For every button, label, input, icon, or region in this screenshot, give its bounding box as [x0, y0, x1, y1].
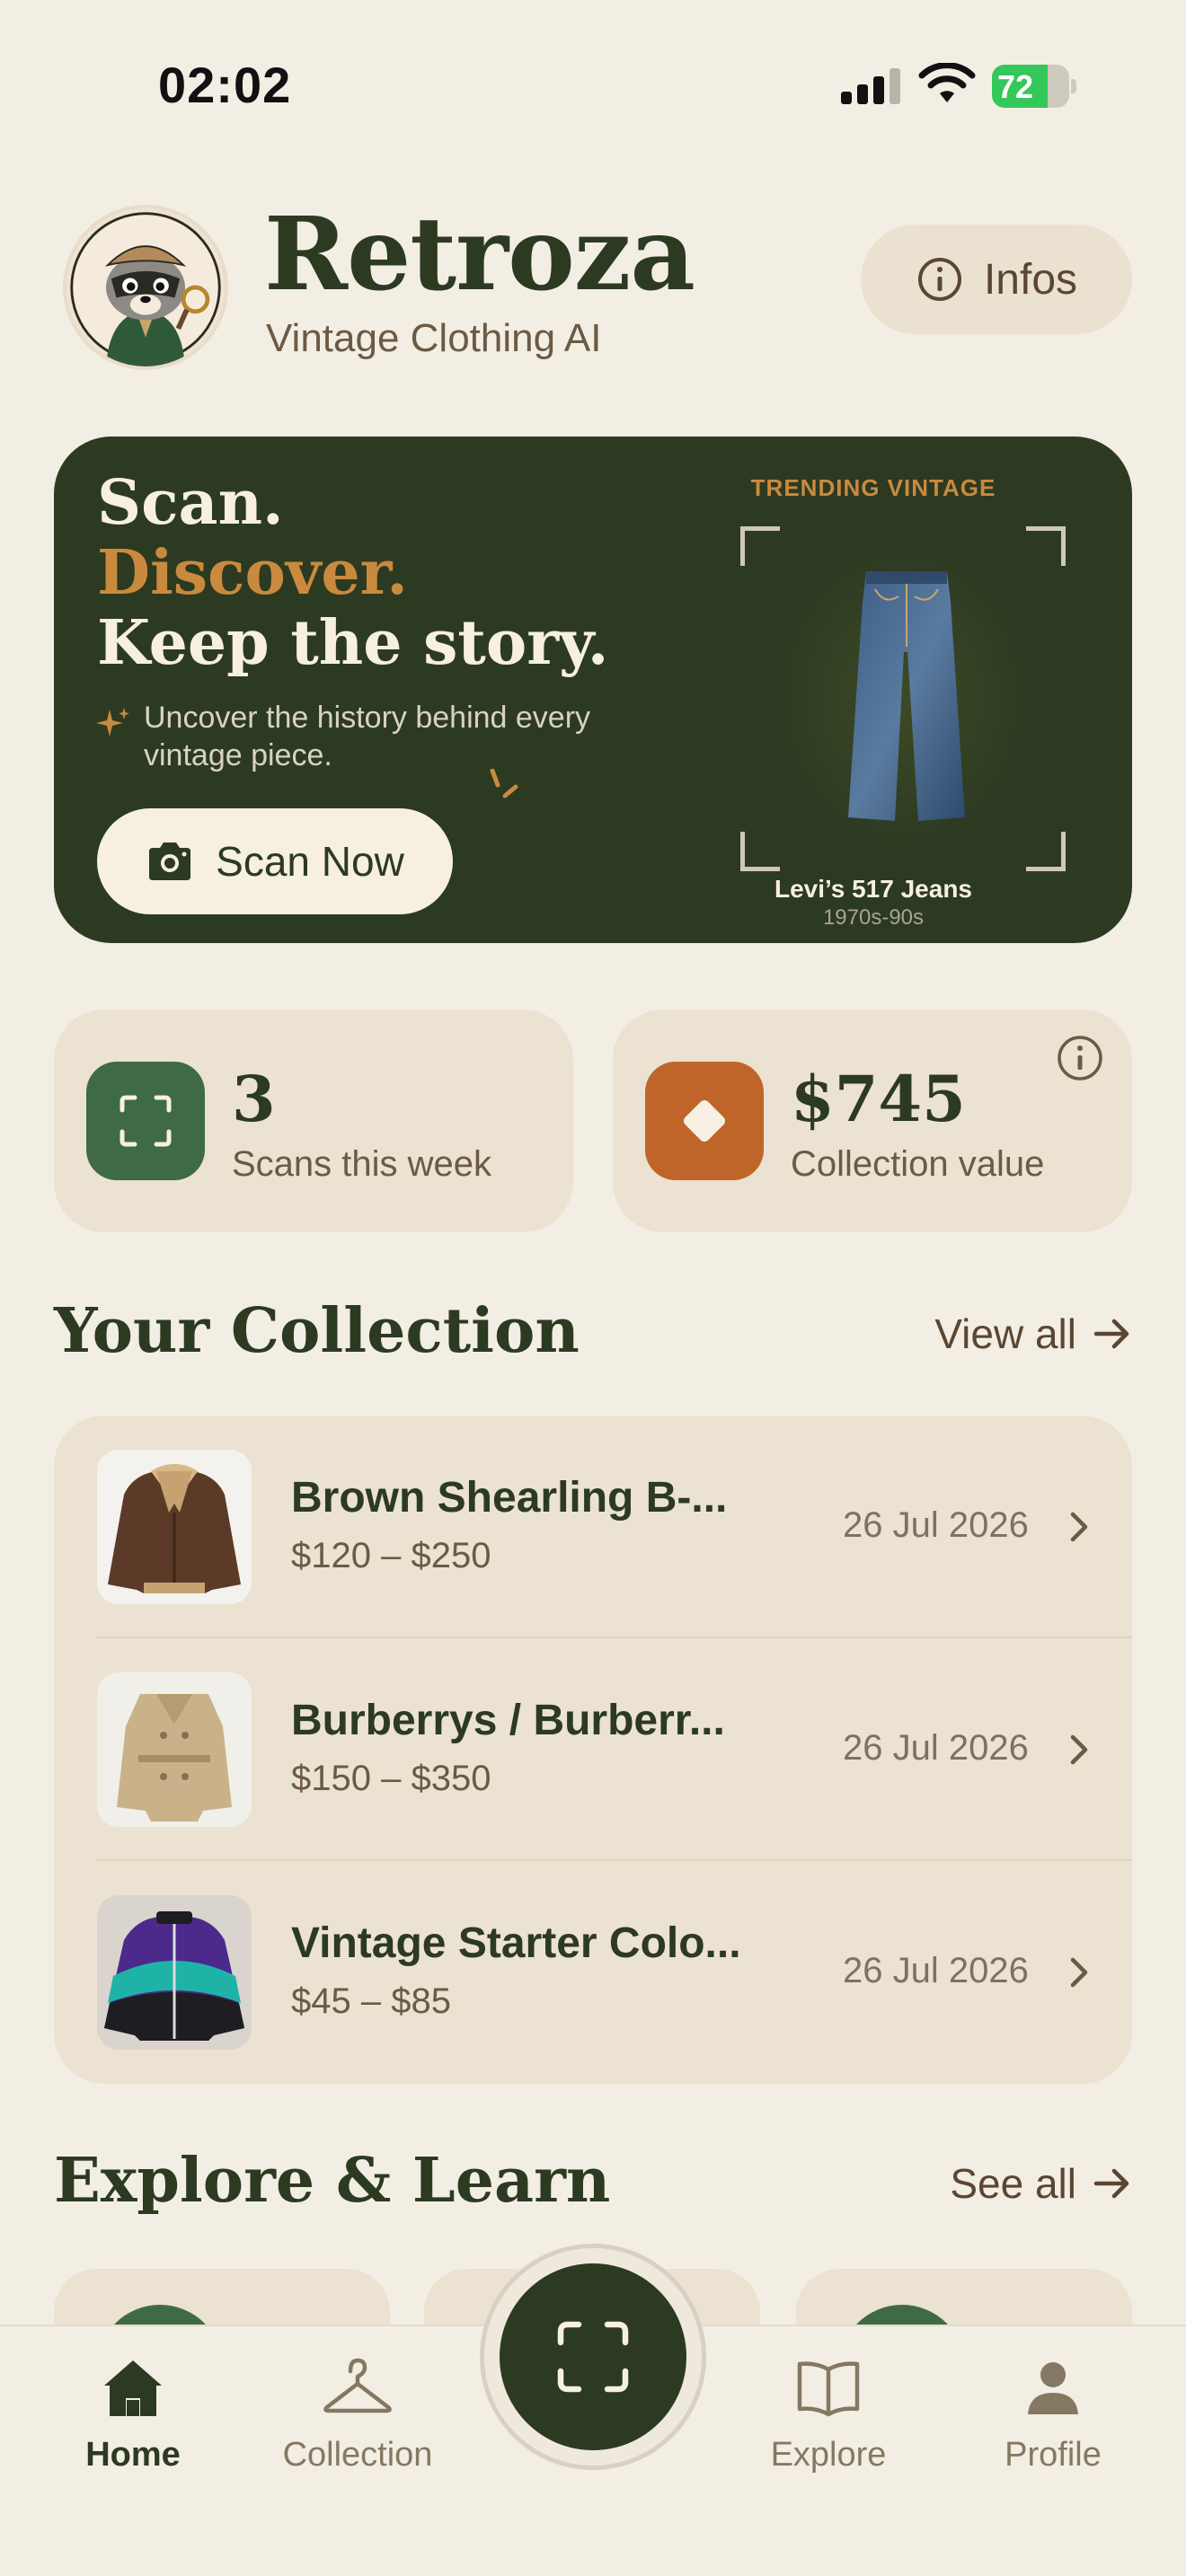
- scan-now-label: Scan Now: [216, 838, 404, 885]
- diamond-icon: [684, 1100, 725, 1142]
- collection-section-title: Your Collection: [54, 1295, 580, 1367]
- hanger-icon: [323, 2358, 392, 2413]
- tab-explore[interactable]: Explore: [721, 2351, 936, 2475]
- item-price: $120 – $250: [291, 1536, 491, 1575]
- tab-profile-label: Profile: [1005, 2436, 1102, 2474]
- item-price: $150 – $350: [291, 1759, 491, 1798]
- scan-now-button[interactable]: Scan Now: [97, 808, 453, 914]
- person-icon: [1028, 2362, 1078, 2414]
- see-all-link[interactable]: See all: [950, 2159, 1132, 2208]
- app-title: Retroza: [264, 196, 695, 313]
- chevron-right-icon: [1070, 1512, 1088, 1542]
- jeans-image: [848, 571, 965, 821]
- scan-stat-icon-box: [86, 1062, 205, 1180]
- item-name: Vintage Starter Colo...: [291, 1919, 741, 1967]
- hero-card: Scan. Discover. Keep the story. Uncover …: [54, 437, 1132, 943]
- scan-fab-button[interactable]: [500, 2263, 686, 2450]
- battery-icon: 72: [992, 65, 1076, 108]
- status-time: 02:02: [158, 57, 292, 113]
- item-price: $45 – $85: [291, 1981, 451, 2021]
- hero-headline-3: Keep the story.: [97, 607, 609, 679]
- stat-card-scans[interactable]: 3 Scans this week: [54, 1010, 573, 1232]
- sparkle-icon: [96, 708, 129, 737]
- item-date: 26 Jul 2026: [843, 1505, 1029, 1545]
- signal-icon: [841, 68, 900, 104]
- explore-section-title: Explore & Learn: [54, 2145, 611, 2217]
- info-circle-icon[interactable]: [1055, 1033, 1105, 1083]
- decorative-strokes: [490, 769, 518, 798]
- trending-item-era: 1970s-90s: [822, 905, 925, 930]
- item-thumbnail: [97, 1895, 252, 2050]
- item-date: 26 Jul 2026: [843, 1951, 1029, 1990]
- view-all-link[interactable]: View all: [934, 1310, 1132, 1358]
- item-name: Burberrys / Burberr...: [291, 1697, 725, 1744]
- view-all-label: View all: [934, 1310, 1076, 1357]
- collection-value: $745: [791, 1062, 966, 1136]
- tab-home-label: Home: [85, 2436, 181, 2474]
- tab-collection-label: Collection: [282, 2436, 433, 2474]
- app-logo-avatar: [63, 205, 228, 370]
- wifi-icon: [918, 63, 976, 102]
- camera-icon: [149, 842, 191, 880]
- battery-level: 72: [997, 68, 1034, 105]
- chevron-right-icon: [1070, 1957, 1088, 1988]
- item-date: 26 Jul 2026: [843, 1728, 1029, 1768]
- status-bar: 02:02 72: [0, 0, 1186, 135]
- home-icon: [104, 2360, 162, 2416]
- trending-item-name: Levi’s 517 Jeans: [774, 875, 972, 903]
- scans-label: Scans this week: [232, 1144, 492, 1184]
- item-thumbnail: [97, 1672, 252, 1827]
- item-name: Brown Shearling B-...: [291, 1474, 728, 1522]
- scan-frame-icon: [557, 2321, 629, 2393]
- stat-card-value[interactable]: $745 Collection value: [613, 1010, 1132, 1232]
- shearling-jacket-image: [108, 1464, 241, 1593]
- trending-label: TRENDING VINTAGE: [750, 474, 996, 501]
- tab-profile[interactable]: Profile: [945, 2351, 1161, 2475]
- hero-description: Uncover the history behind every vintage…: [144, 701, 591, 772]
- collection-item[interactable]: Vintage Starter Colo... $45 – $85 26 Jul…: [54, 1861, 1132, 2084]
- tab-collection[interactable]: Collection: [250, 2351, 465, 2475]
- book-icon: [797, 2361, 860, 2417]
- infos-label: Infos: [983, 255, 1078, 304]
- arrow-right-icon: [1093, 1319, 1129, 1349]
- value-stat-icon-box: [645, 1062, 764, 1180]
- scans-count: 3: [232, 1062, 276, 1136]
- scan-frame-icon: [119, 1095, 172, 1147]
- infos-button[interactable]: Infos: [861, 225, 1132, 334]
- raccoon-detective-logo: [70, 212, 221, 366]
- tab-explore-label: Explore: [770, 2436, 887, 2474]
- collection-item[interactable]: Burberrys / Burberr... $150 – $350 26 Ju…: [54, 1638, 1132, 1861]
- chevron-right-icon: [1070, 1734, 1088, 1765]
- collection-item[interactable]: Brown Shearling B-... $120 – $250 26 Jul…: [54, 1416, 1132, 1638]
- arrow-right-icon: [1093, 2168, 1129, 2199]
- see-all-label: See all: [950, 2160, 1076, 2207]
- collection-list: Brown Shearling B-... $120 – $250 26 Jul…: [54, 1416, 1132, 2084]
- hero-headline-2: Discover.: [97, 537, 408, 609]
- app-subtitle: Vintage Clothing AI: [266, 316, 602, 360]
- info-circle-icon: [917, 258, 961, 301]
- trending-item-frame[interactable]: [740, 526, 1066, 871]
- tab-home[interactable]: Home: [25, 2351, 241, 2475]
- collection-value-label: Collection value: [791, 1144, 1045, 1184]
- item-thumbnail: [97, 1450, 252, 1604]
- starter-jacket-image: [104, 1911, 244, 2041]
- trench-coat-image: [117, 1694, 232, 1822]
- hero-headline-1: Scan.: [97, 467, 284, 539]
